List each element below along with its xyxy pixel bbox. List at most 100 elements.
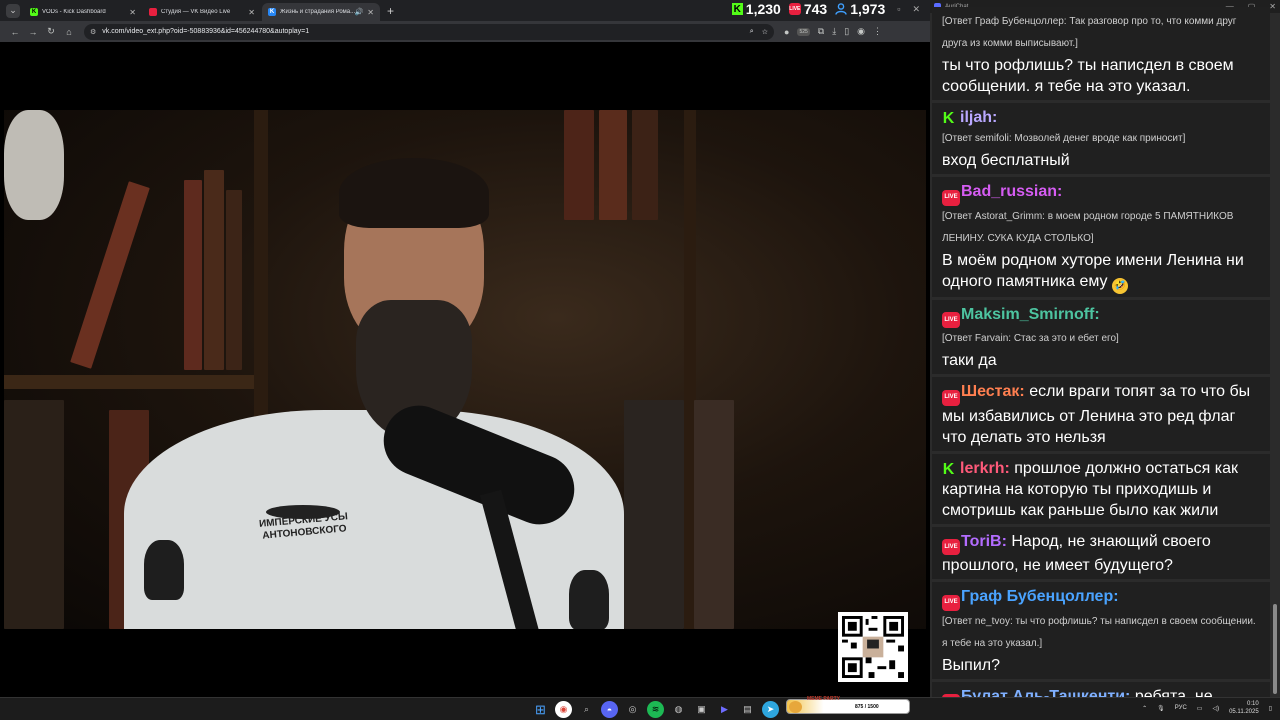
chat-messages: [Ответ Граф Бубенцоллер: Так разговор пр… <box>932 4 1270 697</box>
profile-icon[interactable]: ◉ <box>857 26 865 37</box>
reply-quote: [Ответ Astorat_Grimm: в моем родном горо… <box>942 210 1234 244</box>
kick-viewers: K 1,230 <box>731 1 781 17</box>
spotify-icon[interactable]: ≋ <box>647 701 664 718</box>
language-indicator[interactable]: РУС <box>1175 705 1187 711</box>
vk-live-badge-icon: LIVE <box>942 189 960 206</box>
tab-vk-studio[interactable]: Студия — VK Видео Live ✕ <box>143 3 261 21</box>
site-info-icon[interactable]: ⚙ <box>90 28 96 36</box>
volume-icon[interactable]: ◁) <box>1212 705 1219 712</box>
message-author[interactable]: LIVE Bad_russian: <box>942 183 1062 206</box>
tab-kick-dashboard[interactable]: K VODs - Kick Dashboard ✕ <box>24 3 142 21</box>
chrome-icon[interactable]: ◉ <box>555 701 572 718</box>
book <box>184 180 202 370</box>
viewer-stats-overlay: K 1,230 LIVE 743 1,973 ▫ ✕ <box>731 0 920 18</box>
message-author[interactable]: Kiljah: <box>942 109 998 127</box>
rofl-emoji-icon: 🤣 <box>1112 277 1128 294</box>
tray-chevron-icon[interactable]: ⌃ <box>1142 705 1147 712</box>
vk-live-badge-icon: LIVE <box>942 594 960 611</box>
bookmark-star-icon[interactable]: ☆ <box>762 28 768 36</box>
reload-icon[interactable]: ↻ <box>42 26 60 37</box>
vk-live-badge-icon: LIVE <box>942 312 960 328</box>
message-author[interactable]: LIVE Шестак: <box>942 383 1025 406</box>
chat-message: LIVE Шестак: если враги топят за то что б… <box>932 377 1270 451</box>
chat-scrollbar[interactable] <box>1273 14 1278 694</box>
close-tab-icon[interactable]: ✕ <box>248 8 255 17</box>
kick-icon: K <box>30 8 38 16</box>
username: Граф Бубенцоллер: <box>961 588 1119 605</box>
vk-live-badge-icon: LIVE <box>942 389 960 406</box>
book <box>632 110 658 220</box>
extensions-puzzle-icon[interactable]: ⧉ <box>818 26 824 37</box>
telegram-icon[interactable]: ➤ <box>762 701 779 718</box>
restore-window-icon[interactable]: ▫ <box>897 4 900 14</box>
tab-vk-video[interactable]: K Жизнь и страдания Рома... 🔊 ✕ <box>262 3 380 21</box>
book <box>4 400 64 629</box>
microphone-icon[interactable]: 🎙 <box>1157 705 1165 712</box>
folder-icon[interactable]: ▤ <box>739 701 756 718</box>
message-author[interactable]: LIVE ToriB: <box>942 533 1007 555</box>
video-player[interactable]: ИМПЕРСКИЕ УСЫ АНТОНОВСКОГО <box>4 110 926 629</box>
kick-icon: K <box>731 3 743 15</box>
reply-quote: [Ответ semifoli: Мозволей денег вроде ка… <box>942 133 1186 144</box>
tab-title: Студия — VK Видео Live <box>161 9 231 15</box>
tab-title: Жизнь и страдания Рома... <box>280 9 355 15</box>
browser-toolbar: ← → ↻ ⌂ ⚙ vk.com/video_ext.php?oid=-5088… <box>0 21 930 42</box>
discord-icon[interactable]: ◓ <box>601 701 618 718</box>
book <box>694 400 734 629</box>
person-icon <box>835 3 847 15</box>
menu-kebab-icon[interactable]: ⋮ <box>873 26 882 37</box>
message-author[interactable]: LIVE Граф Бубенцоллер: <box>942 588 1119 611</box>
download-icon[interactable]: ⤓ <box>832 26 836 37</box>
url-text: vk.com/video_ext.php?oid=-50883936&id=45… <box>102 28 310 35</box>
search-icon[interactable]: ⌕ <box>578 701 595 718</box>
new-tab-button[interactable]: + <box>387 4 394 18</box>
message-author[interactable]: Klerkrh: <box>942 459 1010 478</box>
media-player-icon[interactable]: ▶ <box>716 701 733 718</box>
close-tab-icon[interactable]: ✕ <box>129 8 136 17</box>
system-tray: ⌃ 🎙 РУС ▭ ◁) 0:10 05.11.2025 ▯ <box>1142 700 1272 716</box>
zoom-icon[interactable]: ⌕ <box>750 28 754 36</box>
message-author[interactable]: LIVEБулат Аль-Ташкенти: <box>942 687 1131 698</box>
notifications-icon[interactable]: ▯ <box>1269 705 1272 712</box>
username: Maksim_Smirnoff: <box>961 305 1100 323</box>
browser-window: ⌄ K VODs - Kick Dashboard ✕ Студия — VK … <box>0 0 930 697</box>
vk-icon: K <box>268 8 276 16</box>
meme-party-widget[interactable]: MEME PARTY 875 / 1500 <box>786 696 910 714</box>
username: Шестак: <box>961 383 1025 400</box>
sidebar-icon[interactable]: ▯ <box>844 26 849 37</box>
windows-start-icon[interactable]: ⊞ <box>532 701 549 718</box>
obs-icon[interactable]: ◍ <box>670 701 687 718</box>
extension-badge[interactable]: 525 <box>797 27 810 36</box>
chat-message: LIVE Maksim_Smirnoff: [Ответ Farvain: Стас… <box>932 299 1270 374</box>
close-window-icon[interactable]: ✕ <box>912 4 920 15</box>
vk-viewers: LIVE 743 <box>788 1 828 17</box>
address-bar[interactable]: ⚙ vk.com/video_ext.php?oid=-50883936&id=… <box>84 23 774 40</box>
message-text: В моём родном хуторе имени Ленина ни одн… <box>942 251 1244 290</box>
extension-icon[interactable]: ● <box>784 27 789 37</box>
scrollbar-thumb[interactable] <box>1273 604 1277 694</box>
chat-panel: AuriChat — ▢ ✕ [Ответ Граф Бубенцоллер: … <box>930 0 1280 697</box>
qr-code-icon <box>842 616 904 678</box>
eagle-emblem-icon <box>569 570 609 629</box>
forward-icon[interactable]: → <box>24 27 42 37</box>
close-tab-icon[interactable]: ✕ <box>367 8 374 17</box>
clock[interactable]: 0:10 05.11.2025 <box>1229 700 1259 716</box>
app-icon[interactable]: ▣ <box>693 701 710 718</box>
book <box>226 190 242 370</box>
speaker-icon[interactable]: 🔊 <box>355 8 364 16</box>
close-icon[interactable]: ✕ <box>1269 2 1276 11</box>
username: lerkrh: <box>960 459 1010 477</box>
home-icon[interactable]: ⌂ <box>60 27 78 37</box>
vk-live-icon <box>149 8 157 16</box>
total-viewers: 1,973 <box>835 1 885 17</box>
back-icon[interactable]: ← <box>6 27 24 37</box>
tab-search-button[interactable]: ⌄ <box>6 3 20 18</box>
meme-progress: 875 / 1500 <box>855 703 879 710</box>
username: Булат Аль-Ташкенти: <box>961 687 1131 698</box>
network-icon[interactable]: ▭ <box>1197 705 1203 712</box>
message-author[interactable]: LIVE Maksim_Smirnoff: <box>942 305 1100 328</box>
message-text: вход бесплатный <box>942 152 1070 169</box>
book <box>599 110 627 220</box>
steam-icon[interactable]: ◎ <box>624 701 641 718</box>
kick-badge-icon: K <box>942 460 955 478</box>
